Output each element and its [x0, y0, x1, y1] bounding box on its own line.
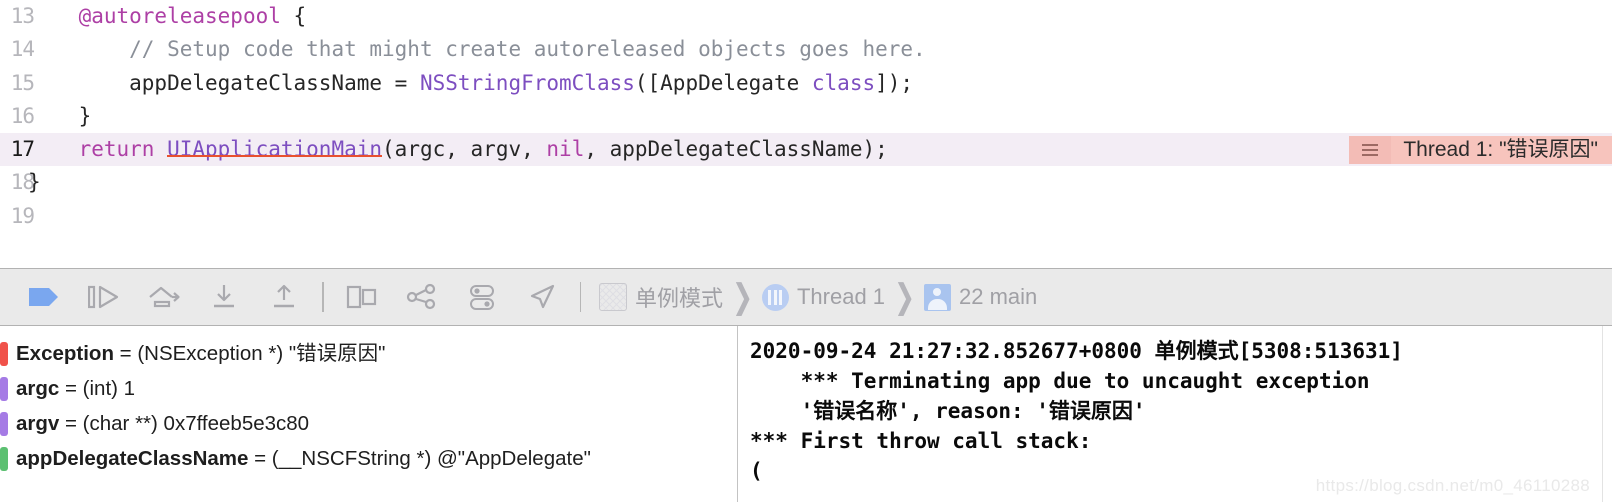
variable-row[interactable]: argv = (char **) 0x7ffeeb5e3c80: [0, 406, 737, 441]
view-hierarchy-icon: [346, 285, 376, 309]
code-token: ([AppDelegate: [634, 70, 812, 95]
code-token: , appDelegateClassName);: [584, 137, 888, 162]
scheme-icon: [599, 283, 627, 311]
code-token: }: [28, 170, 41, 195]
variable-type-chip: [0, 412, 8, 436]
variable-type-chip: [0, 377, 8, 401]
variable-name: argv: [16, 412, 60, 435]
toolbar-divider-2: [579, 282, 581, 312]
simulate-location-button[interactable]: [512, 275, 572, 319]
continue-button[interactable]: [74, 275, 134, 319]
code-token: @autoreleasepool: [78, 4, 281, 28]
variable-name: Exception: [16, 342, 114, 365]
variable-type-chip: [0, 342, 8, 366]
debug-view-hierarchy-button[interactable]: [332, 275, 392, 319]
code-line[interactable]: 17 return UIApplicationMain(argc, argv, …: [0, 133, 1612, 167]
variable-value: = (NSException *) "错误原因": [113, 342, 386, 365]
debug-breadcrumb: 单例模式 ❯ Thread 1 ❯ 22 main: [593, 278, 1043, 316]
code-text: appDelegateClassName = NSStringFromClass…: [28, 67, 913, 100]
memory-graph-button[interactable]: [392, 275, 452, 319]
step-into-button[interactable]: [194, 275, 254, 319]
debug-area: Exception = (NSException *) "错误原因" argc =…: [0, 326, 1612, 502]
debug-toolbar: 单例模式 ❯ Thread 1 ❯ 22 main: [0, 268, 1612, 326]
breakpoint-toggle-button[interactable]: [14, 275, 74, 319]
watermark: https://blog.csdn.net/m0_46110288: [1315, 476, 1590, 495]
step-into-icon: [214, 285, 234, 308]
toolbar-divider-1: [322, 282, 324, 312]
variable-row[interactable]: appDelegateClassName = (__NSCFString *) …: [0, 441, 737, 476]
console-line: '错误名称', reason: '错误原因': [750, 399, 1146, 423]
code-token: return: [78, 137, 155, 162]
code-text: @autoreleasepool {: [28, 0, 307, 33]
code-token: class: [811, 70, 876, 95]
thread-crumb[interactable]: Thread 1: [756, 283, 891, 311]
variable-name: argc: [16, 377, 60, 400]
variable-value: = (int) 1: [59, 377, 136, 400]
code-token: NSStringFromClass: [419, 70, 635, 95]
console-line: *** First throw call stack:: [750, 429, 1092, 453]
list-lines-icon[interactable]: [1349, 136, 1392, 165]
console-line: *** Terminating app due to uncaught exce…: [750, 369, 1370, 393]
memory-graph-icon: [406, 283, 435, 310]
step-over-button[interactable]: [134, 275, 194, 319]
error-badge[interactable]: Thread 1: "错误原因": [1349, 136, 1612, 165]
process-crumb-label: 单例模式: [635, 286, 724, 311]
frame-crumb[interactable]: 22 main: [918, 283, 1043, 311]
step-out-button[interactable]: [254, 275, 314, 319]
code-line[interactable]: 18}: [0, 166, 1612, 199]
code-text: return UIApplicationMain(argc, argv, nil…: [28, 133, 888, 166]
code-token: UIApplicationMain: [167, 137, 383, 162]
code-token: (argc, argv,: [382, 137, 547, 162]
variable-name: appDelegateClassName: [16, 447, 249, 470]
thread-icon: [761, 283, 789, 311]
code-line[interactable]: 15 appDelegateClassName = NSStringFromCl…: [0, 67, 1612, 100]
console-output[interactable]: 2020-09-24 21:27:32.852677+0800 单例模式[530…: [737, 326, 1612, 502]
code-token: {: [280, 4, 307, 28]
thread-crumb-label: Thread 1: [796, 284, 886, 309]
environment-overrides-button[interactable]: [452, 275, 512, 319]
code-token: }: [28, 103, 92, 128]
code-line[interactable]: 16 }: [0, 100, 1612, 133]
code-editor: 13 @autoreleasepool {14 // Setup code th…: [0, 0, 1612, 268]
toggles-icon: [469, 285, 494, 310]
variable-row[interactable]: Exception = (NSException *) "错误原因": [0, 336, 737, 371]
frame-crumb-label: 22 main: [958, 284, 1038, 309]
breadcrumb-chevron-1: ❯: [732, 278, 753, 316]
variable-type-chip: [0, 447, 8, 471]
code-token: nil: [546, 137, 585, 162]
breadcrumb-chevron-2: ❯: [894, 278, 915, 316]
variable-value: = (__NSCFString *) @"AppDelegate": [248, 447, 591, 470]
code-text: // Setup code that might create autorele…: [28, 33, 926, 66]
code-token: // Setup code that might create autorele…: [129, 37, 926, 62]
code-text: }: [28, 100, 92, 133]
breakpoint-arrow-icon: [29, 288, 58, 306]
code-line[interactable]: 13 @autoreleasepool {: [0, 0, 1612, 33]
code-token: ]);: [875, 70, 914, 95]
step-out-icon: [274, 284, 294, 308]
console-scrollbar[interactable]: [1602, 326, 1612, 502]
code-line[interactable]: 19: [0, 200, 1612, 233]
variables-view[interactable]: Exception = (NSException *) "错误原因" argc =…: [0, 326, 737, 502]
continue-execution-icon: [88, 285, 119, 309]
code-line[interactable]: 14 // Setup code that might create autor…: [0, 33, 1612, 66]
step-over-icon: [149, 286, 180, 308]
code-token: appDelegateClassName =: [28, 70, 420, 95]
process-crumb[interactable]: 单例模式: [593, 281, 729, 313]
console-line: 2020-09-24 21:27:32.852677+0800 单例模式[530…: [750, 339, 1403, 363]
location-arrow-icon: [530, 284, 554, 309]
variable-row[interactable]: argc = (int) 1: [0, 371, 737, 406]
line-number[interactable]: 19: [0, 200, 35, 233]
variable-value: = (char **) 0x7ffeeb5e3c80: [59, 412, 310, 435]
stack-frame-icon: [923, 283, 951, 311]
code-text: }: [28, 166, 41, 199]
error-badge-label: Thread 1: "错误原因": [1391, 136, 1612, 165]
